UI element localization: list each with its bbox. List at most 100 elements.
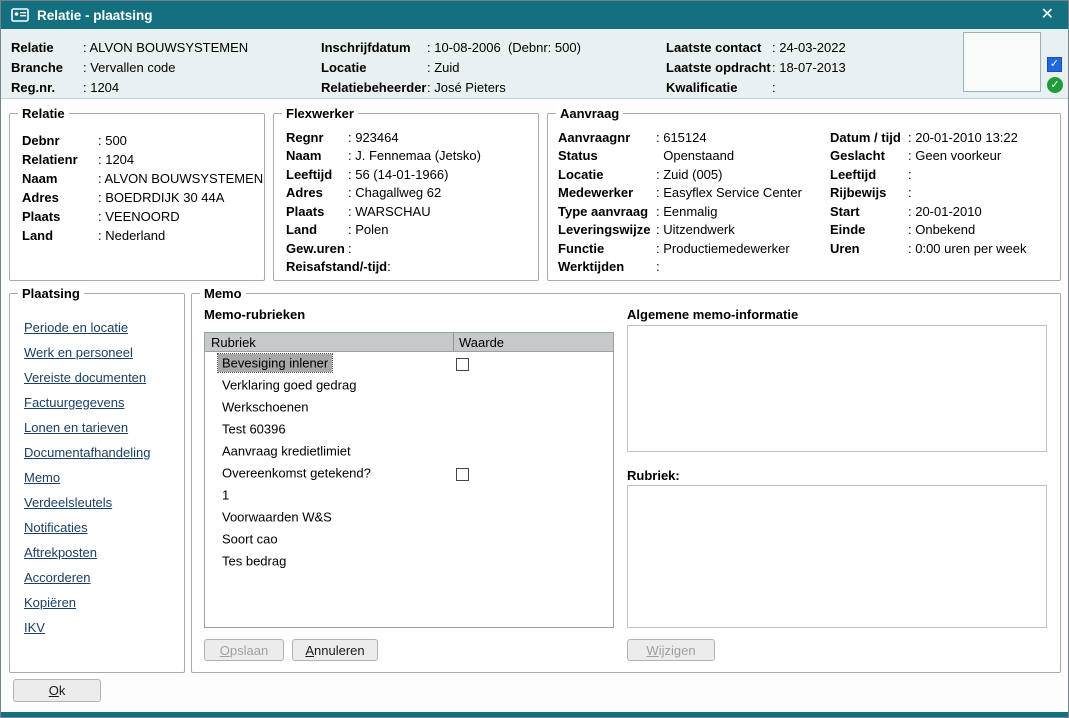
nav-link-verdeelsleutels[interactable]: Verdeelsleutels <box>24 495 170 511</box>
nav-link-documentafhandeling[interactable]: Documentafhandeling <box>24 445 170 461</box>
aanvraag-groupbox: Aanvraag Aanvraagnr: 615124 Status Opens… <box>547 113 1061 281</box>
table-row[interactable]: Werkschoenen <box>205 396 613 418</box>
field-label: Relatie <box>11 40 83 55</box>
field-label: Leeftijd <box>286 167 348 182</box>
field-label: Geslacht <box>830 148 908 163</box>
waarde-checkbox[interactable] <box>456 358 469 371</box>
opslaan-button[interactable]: Opslaan <box>204 639 284 661</box>
field-value: : Onbekend <box>908 222 975 237</box>
field-value: : 0:00 uren per week <box>908 241 1027 256</box>
relatie-groupbox: Relatie Debnr: 500 Relatienr: 1204 Naam:… <box>9 113 265 281</box>
groupbox-title: Relatie <box>18 106 69 121</box>
field-value: : J. Fennemaa (Jetsko) <box>348 148 481 163</box>
field-label: Inschrijfdatum <box>321 40 427 55</box>
table-row[interactable]: Bevesiging inlener <box>205 352 613 374</box>
groupbox-title: Plaatsing <box>18 286 84 301</box>
field-label: Leveringswijze <box>558 222 656 237</box>
field-label: Status <box>558 148 656 163</box>
nav-link-factuurgegevens[interactable]: Factuurgegevens <box>24 395 170 411</box>
nav-link-kopieren[interactable]: Kopiëren <box>24 595 170 611</box>
field-label: Regnr <box>286 130 348 145</box>
table-row[interactable]: 1 <box>205 484 613 506</box>
photo-placeholder <box>963 32 1041 92</box>
ok-button[interactable]: Ok <box>13 679 101 702</box>
aanvraag-left-column: Aanvraagnr: 615124 Status Openstaand Loc… <box>558 128 802 276</box>
relation-card-icon <box>11 8 29 22</box>
field-value: : 500 <box>98 133 127 148</box>
field-value: : Easyflex Service Center <box>656 185 802 200</box>
field-label: Locatie <box>558 167 656 182</box>
nav-link-lonen-en-tarieven[interactable]: Lonen en tarieven <box>24 420 170 436</box>
rubriek-label[interactable]: Bevesiging inlener <box>218 354 332 372</box>
nav-link-periode-en-locatie[interactable]: Periode en locatie <box>24 320 170 336</box>
algemene-memo-textarea[interactable] <box>627 325 1047 452</box>
rubriek-label[interactable]: Soort cao <box>218 530 282 548</box>
field-value: : <box>656 259 660 274</box>
groupbox-title: Aanvraag <box>556 106 623 121</box>
nav-link-aftrekposten[interactable]: Aftrekposten <box>24 545 170 561</box>
field-value: : 20-01-2010 <box>908 204 982 219</box>
table-row[interactable]: Tes bedrag <box>205 550 613 572</box>
algemene-memo-label: Algemene memo-informatie <box>627 307 798 322</box>
rubriek-label[interactable]: Verklaring goed gedrag <box>218 376 360 394</box>
field-label: Leeftijd <box>830 167 908 182</box>
field-label: Laatste opdracht <box>666 60 772 75</box>
annuleren-button[interactable]: Annuleren <box>292 639 378 661</box>
field-value: Openstaand <box>656 148 734 163</box>
summary-col-inschrijving: Inschrijfdatum: 10-08-2006 (Debnr: 500) … <box>321 37 581 97</box>
field-value: : Zuid <box>427 60 460 75</box>
rubriek-memo-textarea[interactable] <box>627 485 1047 628</box>
groupbox-title: Flexwerker <box>282 106 358 121</box>
nav-link-accorderen[interactable]: Accorderen <box>24 570 170 586</box>
field-label: Plaats <box>22 209 98 224</box>
memo-rubrieken-label: Memo-rubrieken <box>204 307 305 322</box>
checked-checkbox-icon[interactable]: ✓ <box>1047 57 1062 72</box>
table-row[interactable]: Soort cao <box>205 528 613 550</box>
column-header-rubriek: Rubriek <box>205 335 453 350</box>
field-value: : Polen <box>348 222 388 237</box>
nav-link-ikv[interactable]: IKV <box>24 620 170 636</box>
field-label: Naam <box>22 171 98 186</box>
rubriek-label[interactable]: Aanvraag kredietlimiet <box>218 442 355 460</box>
rubriek-label[interactable]: Tes bedrag <box>218 552 290 570</box>
field-value: : 923464 <box>348 130 399 145</box>
flexwerker-groupbox: Flexwerker Regnr: 923464 Naam: J. Fennem… <box>273 113 539 281</box>
table-row[interactable]: Overeenkomst getekend? <box>205 462 613 484</box>
rubriek-label[interactable]: Overeenkomst getekend? <box>218 464 375 482</box>
summary-col-relatie: Relatie: ALVON BOUWSYSTEMEN Branche: Ver… <box>11 37 248 97</box>
field-value: : 10-08-2006 (Debnr: 500) <box>427 40 581 55</box>
table-row[interactable]: Verklaring goed gedrag <box>205 374 613 396</box>
field-label: Land <box>286 222 348 237</box>
nav-link-memo[interactable]: Memo <box>24 470 170 486</box>
rubriek-label[interactable]: 1 <box>218 486 233 504</box>
waarde-checkbox[interactable] <box>456 468 469 481</box>
field-label: Uren <box>830 241 908 256</box>
field-value: : Nederland <box>98 228 165 243</box>
field-value: : Uitzendwerk <box>656 222 735 237</box>
close-icon[interactable]: ✕ <box>1037 7 1058 23</box>
field-label: Kwalificatie <box>666 80 772 95</box>
nav-link-werk-en-personeel[interactable]: Werk en personeel <box>24 345 170 361</box>
memo-rubrieken-table: Rubriek Waarde Bevesiging inlener Verkla… <box>204 332 614 628</box>
field-value: : Vervallen code <box>83 60 176 75</box>
rubriek-label[interactable]: Test 60396 <box>218 420 290 438</box>
status-ok-icon: ✓ <box>1047 77 1063 93</box>
field-label: Datum / tijd <box>830 130 908 145</box>
table-row[interactable]: Voorwaarden W&S <box>205 506 613 528</box>
nav-link-vereiste-documenten[interactable]: Vereiste documenten <box>24 370 170 386</box>
table-row[interactable]: Test 60396 <box>205 418 613 440</box>
field-label: Laatste contact <box>666 40 772 55</box>
wijzigen-button[interactable]: Wijzigen <box>627 639 715 661</box>
nav-link-notificaties[interactable]: Notificaties <box>24 520 170 536</box>
field-label: Land <box>22 228 98 243</box>
field-label: Debnr <box>22 133 98 148</box>
summary-header: Relatie: ALVON BOUWSYSTEMEN Branche: Ver… <box>1 29 1068 99</box>
field-value: : VEENOORD <box>98 209 180 224</box>
field-value: : Zuid (005) <box>656 167 722 182</box>
field-label: Naam <box>286 148 348 163</box>
rubriek-label[interactable]: Werkschoenen <box>218 398 312 416</box>
plaatsing-groupbox: Plaatsing Periode en locatie Werk en per… <box>9 293 185 673</box>
field-label: Reisafstand/-tijd <box>286 259 387 274</box>
table-row[interactable]: Aanvraag kredietlimiet <box>205 440 613 462</box>
rubriek-label[interactable]: Voorwaarden W&S <box>218 508 336 526</box>
